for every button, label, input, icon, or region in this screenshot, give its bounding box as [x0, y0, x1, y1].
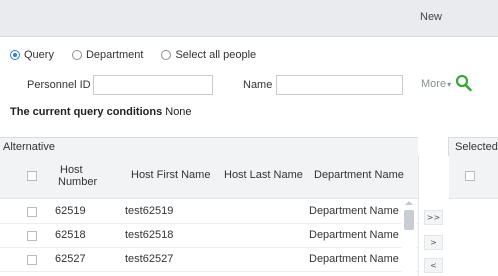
- radio-department[interactable]: Department: [71, 49, 143, 61]
- scroll-thumb[interactable]: [404, 210, 414, 230]
- scroll-up-arrow-icon[interactable]: [405, 201, 413, 205]
- more-filters-button[interactable]: More▾: [421, 78, 451, 90]
- cell-host-number: 62527: [55, 253, 86, 265]
- dialog-title: New: [420, 11, 443, 23]
- cell-host-number: 62518: [55, 229, 86, 241]
- query-conditions-value: None: [165, 106, 192, 118]
- cell-department: Department Name: [309, 253, 399, 265]
- radio-department-label[interactable]: Department: [86, 49, 143, 61]
- col-host-last-name[interactable]: Host Last Name: [224, 169, 303, 181]
- col-host-first-name[interactable]: Host First Name: [131, 169, 210, 181]
- radio-select-all-dot[interactable]: [161, 50, 172, 60]
- selected-grid-header: [448, 156, 498, 199]
- table-row[interactable]: 62527 test62527 Department Name: [0, 248, 418, 272]
- search-icon: [455, 74, 472, 92]
- radio-select-all-label[interactable]: Select all people: [175, 49, 256, 61]
- more-label: More: [421, 78, 447, 90]
- radio-query[interactable]: Query: [10, 49, 54, 61]
- cell-first-name: test62518: [125, 229, 174, 241]
- name-label: Name: [243, 79, 273, 91]
- alternative-panel-header: Alternative: [0, 137, 418, 157]
- selected-title: Selected: [455, 141, 498, 153]
- name-input[interactable]: [276, 75, 403, 95]
- cell-department: Department Name: [309, 229, 399, 241]
- radio-query-label[interactable]: Query: [24, 49, 54, 61]
- col-department-name[interactable]: Department Name: [314, 169, 404, 181]
- row-checkbox[interactable]: [27, 255, 37, 265]
- table-row[interactable]: 62518 test62518 Department Name: [0, 224, 418, 248]
- query-conditions: The current query conditions None: [10, 106, 192, 118]
- cell-department: Department Name: [309, 205, 399, 217]
- dialog-titlebar: New: [0, 0, 498, 37]
- alternative-grid-header: Host Number Host First Name Host Last Na…: [0, 156, 418, 199]
- selected-select-all-checkbox[interactable]: [465, 171, 475, 181]
- move-left-button[interactable]: <: [424, 258, 443, 273]
- personnel-id-label: Personnel ID: [27, 79, 91, 91]
- move-all-right-button[interactable]: >>: [424, 210, 443, 225]
- cell-first-name: test62527: [125, 253, 174, 265]
- chevron-down-icon: ▾: [447, 80, 452, 89]
- col-host-number[interactable]: Host Number: [58, 164, 98, 188]
- query-mode-group: Query Department Select all people: [10, 47, 274, 63]
- cell-first-name: test62519: [125, 205, 174, 217]
- alternative-scrollbar[interactable]: [402, 200, 416, 276]
- selected-panel-header: Selected: [448, 137, 498, 157]
- move-right-button[interactable]: >: [424, 235, 443, 250]
- select-all-checkbox[interactable]: [27, 171, 37, 181]
- table-row[interactable]: 62519 test62519 Department Name: [0, 200, 418, 224]
- radio-department-dot[interactable]: [71, 50, 82, 60]
- col-host-number-line2: Number: [58, 176, 98, 188]
- query-conditions-label: The current query conditions: [10, 106, 163, 118]
- alternative-title: Alternative: [3, 141, 55, 153]
- search-button[interactable]: [455, 73, 473, 93]
- row-checkbox[interactable]: [27, 207, 37, 217]
- row-checkbox[interactable]: [27, 231, 37, 241]
- col-host-number-line1: Host: [60, 164, 83, 176]
- radio-query-dot[interactable]: [10, 50, 20, 60]
- radio-select-all[interactable]: Select all people: [161, 49, 256, 61]
- personnel-id-input[interactable]: [93, 75, 213, 95]
- cell-host-number: 62519: [55, 205, 86, 217]
